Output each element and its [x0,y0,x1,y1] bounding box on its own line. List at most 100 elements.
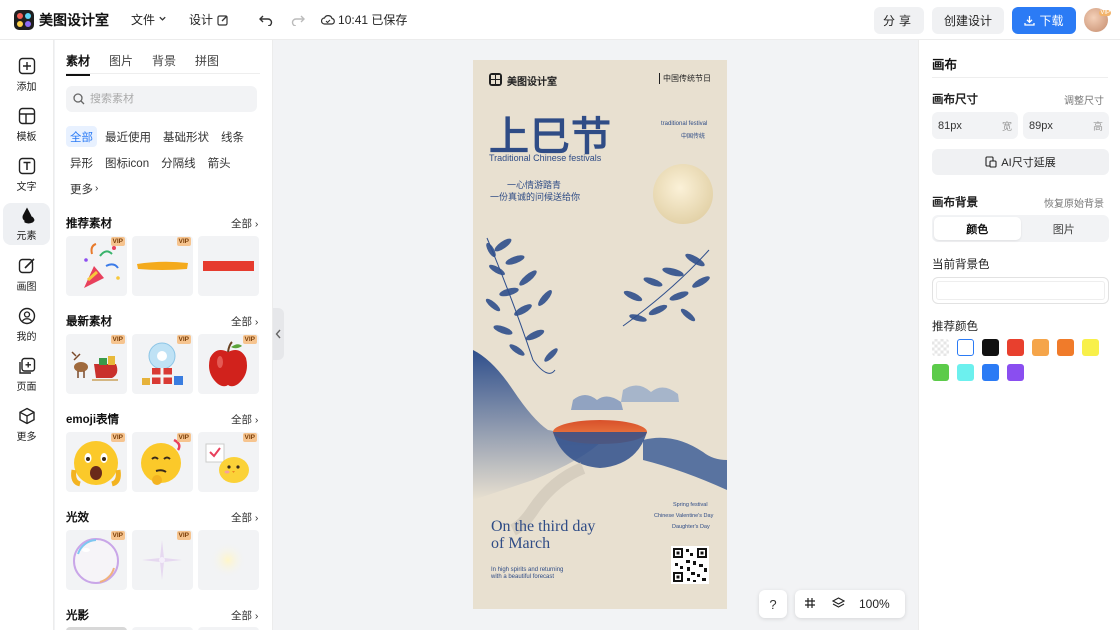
asset-thumb[interactable]: VIP [198,334,259,394]
rail-item-draw[interactable]: 画图 [3,254,50,296]
asset-thumb[interactable]: VIP [198,432,259,492]
asset-thumb[interactable]: VIP [132,432,193,492]
poster-tag: 中国传统节日 [659,73,711,84]
layers-icon[interactable] [831,596,846,612]
collapse-panel-handle[interactable] [273,308,284,360]
asset-thumb[interactable]: VIP [132,334,193,394]
help-button[interactable]: ? [759,590,787,618]
color-swatch[interactable] [932,364,949,381]
chip-recent[interactable]: 最近使用 [101,126,155,147]
current-bg-color[interactable] [932,277,1109,304]
see-all-label: 全部 [231,316,252,328]
glow-icon [210,542,246,578]
search-input[interactable] [90,93,250,105]
app-logo[interactable]: 美图设计室 [14,9,109,30]
color-swatch[interactable] [957,364,974,381]
poster-right-small: Spring festival [673,502,708,508]
rail-item-more[interactable]: 更多 [3,404,50,446]
design-menu[interactable]: 设计 [189,11,229,28]
chip-shapes[interactable]: 基础形状 [159,126,213,147]
see-all-label: 全部 [231,610,252,622]
section-title-latest: 最新素材 [66,316,112,328]
rail-label: 我的 [16,332,37,343]
color-swatch[interactable] [957,339,974,356]
chip-icons[interactable]: 图标icon [101,152,153,173]
vip-badge: VIP [176,433,191,442]
file-menu-label: 文件 [131,13,156,27]
create-design-button[interactable]: 创建设计 [932,6,1004,34]
rail-item-template[interactable]: 模板 [3,104,50,146]
color-swatch[interactable] [1032,339,1049,356]
chip-irregular[interactable]: 异形 [66,152,97,173]
share-button[interactable]: 分享 [874,6,924,34]
color-swatch[interactable] [932,339,949,356]
undo-icon[interactable] [259,14,273,26]
rail-label: 页面 [16,382,37,393]
poster-brand: 美图设计室 [507,77,557,88]
file-menu[interactable]: 文件 [131,11,167,28]
see-all-shadow[interactable]: 全部 › [231,608,258,623]
asset-thumb[interactable] [198,530,259,590]
width-field[interactable]: 81px 宽 [932,112,1018,139]
color-swatch[interactable] [1007,364,1024,381]
text-icon [18,157,35,175]
chip-more[interactable]: 更多 › [66,178,102,199]
seg-color[interactable]: 颜色 [934,217,1021,240]
seg-image[interactable]: 图片 [1021,217,1108,240]
chip-dividers[interactable]: 分隔线 [157,152,200,173]
rail-item-add[interactable]: 添加 [3,54,50,96]
height-value: 89px [1029,119,1053,132]
asset-thumb[interactable]: VIP [132,236,193,296]
see-all-light[interactable]: 全部 › [231,510,258,525]
poster-right-small: Daughter's Day [672,524,710,530]
rail-item-element[interactable]: 元素 [3,203,50,245]
asset-thumb[interactable]: VIP [66,236,127,296]
height-field[interactable]: 89px 高 [1023,112,1109,139]
zoom-level[interactable]: 100% [859,597,890,611]
rail-item-mine[interactable]: 我的 [3,304,50,346]
poster-bottom-title: of March [491,535,551,552]
avatar-vip-badge: VIP [1099,10,1111,16]
grid-icon[interactable] [804,597,816,612]
color-swatch[interactable] [1007,339,1024,356]
color-swatch[interactable] [982,339,999,356]
asset-thumb[interactable]: VIP [132,530,193,590]
see-all-recommended[interactable]: 全部 › [231,216,258,231]
save-status: 10:41 已保存 [321,11,407,28]
redo-icon[interactable] [291,14,306,26]
search-icon [73,93,85,105]
poster-bottom-small: with a beautiful forecast [491,574,555,580]
chevron-down-icon [158,14,167,25]
download-button[interactable]: 下载 [1012,6,1076,34]
poster-right-small: Chinese Valentine's Day [654,513,714,519]
see-all-emoji[interactable]: 全部 › [231,412,258,427]
rail-item-page[interactable]: 页面 [3,354,50,396]
avatar[interactable]: VIP [1084,8,1111,32]
rail-item-text[interactable]: 文字 [3,154,50,196]
asset-search[interactable] [66,86,257,112]
divider [932,77,1108,78]
color-swatch[interactable] [982,364,999,381]
resize-link[interactable]: 调整尺寸 [1064,92,1104,107]
chip-lines[interactable]: 线条 [217,126,248,147]
save-status-text: 10:41 已保存 [338,13,408,27]
asset-thumb[interactable]: VIP [66,334,127,394]
chip-more-label: 更多 [70,183,93,196]
element-icon [22,207,34,224]
color-swatch[interactable] [1082,339,1099,356]
asset-thumb[interactable]: VIP [66,530,127,590]
top-bar: 美图设计室 文件 设计 10:41 已保存 分享 创建设计 下载 VIP [0,0,1120,40]
restore-bg-link[interactable]: 恢复原始背景 [1044,195,1104,210]
see-all-latest[interactable]: 全部 › [231,314,258,329]
chip-arrows[interactable]: 箭头 [204,152,235,173]
color-swatch[interactable] [1057,339,1074,356]
chip-all[interactable]: 全部 [66,126,97,147]
download-label: 下载 [1039,13,1064,28]
design-canvas[interactable]: 美图设计室 中国传统节日 上巳节 Traditional Chinese fes… [473,60,727,609]
properties-panel: 画布 画布尺寸 调整尺寸 81px 宽 89px 高 AI尺寸延展 画布背景 恢… [918,40,1120,630]
asset-thumb[interactable] [198,236,259,296]
ai-extend-button[interactable]: AI尺寸延展 [932,149,1109,175]
asset-thumb[interactable]: VIP [66,432,127,492]
panel-title: 画布 [932,58,958,72]
category-chips: 全部 最近使用 基础形状 线条 异形 图标icon 分隔线 箭头 更多 › [66,126,266,204]
